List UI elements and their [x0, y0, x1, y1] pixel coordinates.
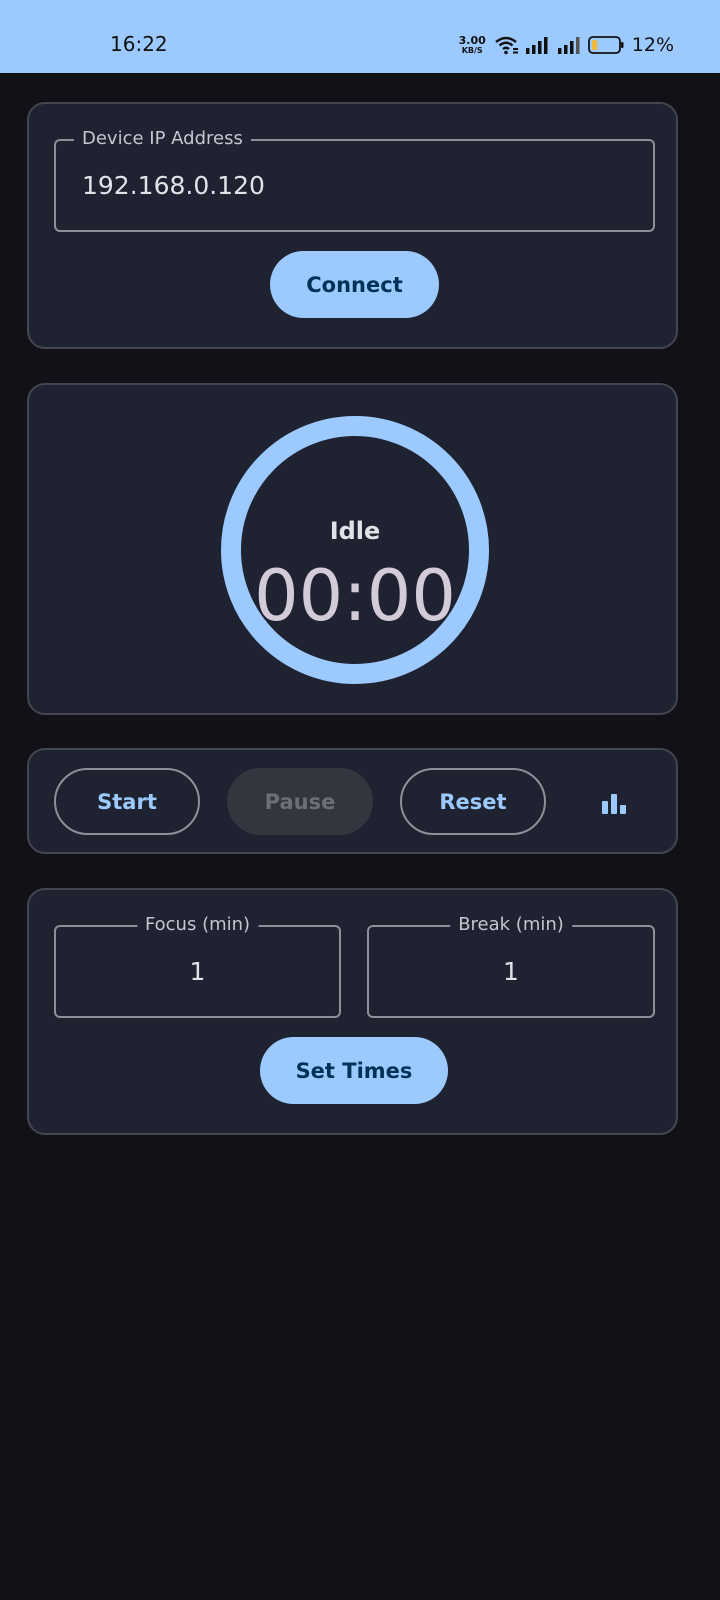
reset-button[interactable]: Reset — [400, 768, 546, 835]
timer-time: 00:00 — [254, 555, 456, 637]
times-card: Focus (min) 1 Break (min) 1 Set Times — [27, 888, 678, 1135]
status-time: 16:22 — [110, 32, 168, 56]
focus-field[interactable]: Focus (min) 1 — [54, 914, 341, 1018]
pause-button[interactable]: Pause — [227, 768, 373, 835]
status-icons: 3.00 KB/S 12% — [459, 34, 674, 56]
network-speed-unit: KB/S — [461, 45, 483, 55]
connect-button[interactable]: Connect — [270, 251, 439, 318]
connection-card: Device IP Address 192.168.0.120 Connect — [27, 102, 678, 349]
controls-card: Start Pause Reset — [27, 748, 678, 854]
focus-label: Focus (min) — [136, 914, 259, 936]
break-value[interactable]: 1 — [369, 957, 653, 986]
start-button[interactable]: Start — [54, 768, 200, 835]
focus-value[interactable]: 1 — [56, 957, 339, 986]
network-speed: 3.00 KB/S — [458, 33, 486, 55]
signal-icon — [525, 36, 550, 54]
signal-icon-2 — [557, 36, 580, 54]
bar-chart-icon — [602, 792, 626, 814]
timer-card: Idle 00:00 — [27, 383, 678, 715]
wifi-icon — [494, 35, 518, 55]
set-times-button[interactable]: Set Times — [260, 1037, 448, 1104]
timer-ring: Idle 00:00 — [221, 416, 489, 684]
stats-button[interactable] — [589, 778, 639, 828]
battery-icon — [587, 36, 624, 54]
battery-percent: 12% — [631, 34, 674, 56]
status-bar: 16:22 3.00 KB/S 12% — [0, 0, 720, 73]
ip-address-label: Device IP Address — [74, 128, 251, 150]
break-field[interactable]: Break (min) 1 — [367, 914, 655, 1018]
break-label: Break (min) — [450, 914, 572, 936]
timer-ring-graphic — [221, 416, 489, 684]
ip-address-value[interactable]: 192.168.0.120 — [82, 171, 265, 200]
network-speed-value: 3.00 — [458, 33, 486, 47]
ip-address-field[interactable]: Device IP Address 192.168.0.120 — [54, 128, 655, 232]
timer-state: Idle — [329, 517, 381, 545]
